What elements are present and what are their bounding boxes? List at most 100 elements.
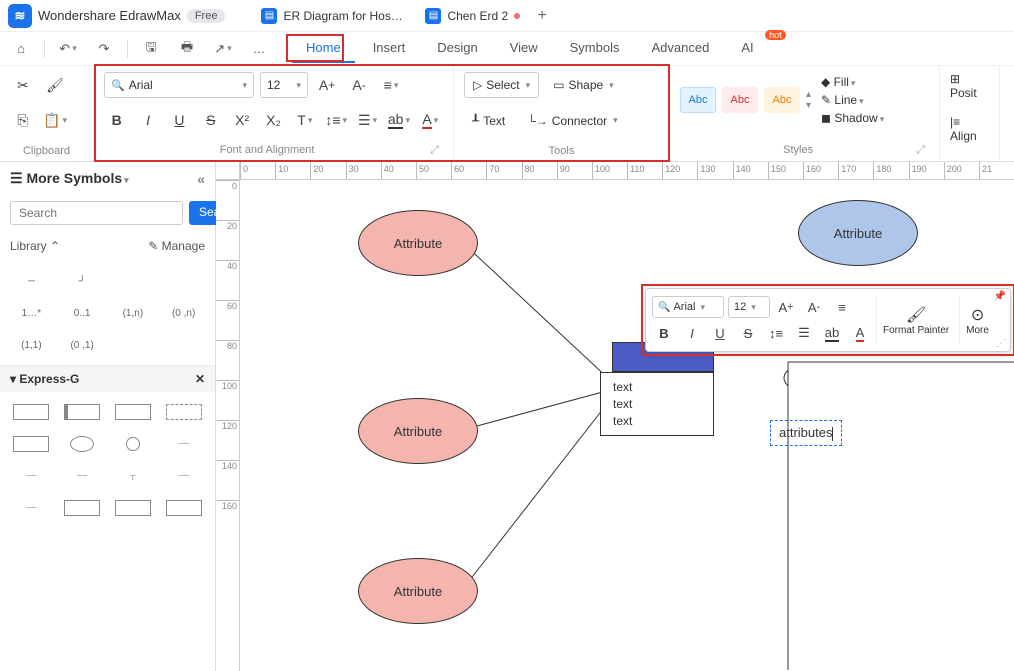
italic-icon[interactable]: I — [135, 107, 160, 133]
print-icon[interactable]: 🖶 — [174, 36, 200, 62]
strikethrough-icon[interactable]: S — [198, 107, 223, 133]
manage-button[interactable]: ✎ Manage — [148, 239, 205, 253]
shape-item[interactable]: ── — [10, 464, 53, 488]
shape-item[interactable]: ── — [162, 432, 205, 456]
attribute-ellipse[interactable]: Attribute — [358, 210, 478, 276]
cut-icon[interactable]: ✂ — [10, 72, 36, 98]
paste-icon[interactable]: 📋▾ — [42, 108, 68, 134]
shape-item[interactable] — [61, 400, 104, 424]
increase-font-icon[interactable]: A+ — [774, 295, 798, 319]
highlight-icon[interactable]: ab — [820, 321, 844, 345]
font-family-select[interactable]: 🔍Arial▾ — [104, 72, 254, 98]
more-button[interactable]: ⊙ More — [959, 296, 995, 344]
new-tab-button[interactable]: + — [534, 8, 550, 24]
decrease-font-icon[interactable]: A- — [802, 295, 826, 319]
align-icon[interactable]: ≡ — [830, 295, 854, 319]
font-color-icon[interactable]: A▾ — [418, 107, 443, 133]
select-button[interactable]: ▷ Select▾ — [464, 72, 539, 98]
cardinality-item[interactable]: (1,1) — [10, 333, 53, 357]
underline-icon[interactable]: U — [167, 107, 192, 133]
shape-item[interactable]: ── — [10, 496, 53, 520]
shape-item[interactable] — [112, 432, 155, 456]
save-icon[interactable]: 🖫 — [138, 36, 164, 62]
cardinality-item[interactable]: 0..1 — [61, 301, 104, 325]
format-painter-button[interactable]: 🖌 Format Painter — [876, 296, 955, 344]
collapse-icon[interactable]: « — [197, 171, 205, 187]
attribute-ellipse[interactable]: Attribute — [358, 558, 478, 624]
cardinality-item[interactable]: ─ — [10, 269, 53, 293]
increase-font-icon[interactable]: A+ — [314, 72, 340, 98]
shape-item[interactable]: ── — [162, 464, 205, 488]
bold-icon[interactable]: B — [652, 321, 676, 345]
shape-item[interactable]: ── — [61, 464, 104, 488]
tab-advanced[interactable]: Advanced — [637, 34, 723, 63]
superscript-icon[interactable]: X² — [229, 107, 254, 133]
float-font-select[interactable]: 🔍Arial▾ — [652, 296, 724, 318]
underline-icon[interactable]: U — [708, 321, 732, 345]
style-swatch[interactable]: Abc — [764, 87, 800, 113]
scroll-up-icon[interactable]: ▴ — [806, 89, 811, 100]
pin-icon[interactable]: 📌 — [994, 291, 1006, 302]
cardinality-item[interactable] — [112, 269, 155, 293]
close-icon[interactable]: ✕ — [195, 372, 205, 386]
tab-symbols[interactable]: Symbols — [556, 34, 634, 63]
shape-item[interactable]: ┬ — [112, 464, 155, 488]
copy-icon[interactable]: ⎘ — [10, 108, 36, 134]
scroll-down-icon[interactable]: ▾ — [806, 100, 811, 111]
shape-item[interactable] — [112, 400, 155, 424]
highlight-icon[interactable]: ab▾ — [386, 107, 411, 133]
decrease-font-icon[interactable]: A- — [346, 72, 372, 98]
font-color-icon[interactable]: A — [848, 321, 872, 345]
cardinality-item[interactable]: (0 ,n) — [162, 301, 205, 325]
chevron-down-icon[interactable]: ▾ — [124, 175, 129, 185]
document-tab[interactable]: ▤ ER Diagram for Hosp... — [253, 4, 411, 28]
line-spacing-icon[interactable]: ↕≡ — [764, 321, 788, 345]
text-case-icon[interactable]: T▾ — [292, 107, 317, 133]
italic-icon[interactable]: I — [680, 321, 704, 345]
style-swatch[interactable]: Abc — [722, 87, 758, 113]
attribute-ellipse[interactable]: Attribute — [798, 200, 918, 266]
shadow-button[interactable]: ◼ Shadow▾ — [821, 111, 884, 125]
shape-item[interactable] — [10, 432, 53, 456]
tab-view[interactable]: View — [496, 34, 552, 63]
cardinality-item[interactable]: (1,n) — [112, 301, 155, 325]
home-icon[interactable]: ⌂ — [8, 36, 34, 62]
text-box[interactable]: text text text — [600, 372, 714, 436]
more-icon[interactable]: … — [246, 36, 272, 62]
cardinality-item[interactable]: ┘ — [61, 269, 104, 293]
section-header[interactable]: ▾ Express-G ✕ — [0, 365, 215, 392]
bullet-list-icon[interactable]: ☰ — [792, 321, 816, 345]
line-button[interactable]: ✎ Line▾ — [821, 93, 884, 107]
tab-design[interactable]: Design — [423, 34, 491, 63]
fill-button[interactable]: ◆ Fill▾ — [821, 75, 884, 89]
text-button[interactable]: ┸ Text — [464, 108, 513, 134]
strikethrough-icon[interactable]: S — [736, 321, 760, 345]
shape-button[interactable]: ▭ Shape▾ — [545, 72, 622, 98]
float-size-select[interactable]: 12▾ — [728, 296, 770, 318]
align-dropdown-icon[interactable]: ≡▾ — [378, 72, 404, 98]
resize-handle-icon[interactable]: ⋰ — [996, 338, 1006, 349]
subscript-icon[interactable]: X₂ — [261, 107, 286, 133]
undo-icon[interactable]: ↶▾ — [55, 36, 81, 62]
export-icon[interactable]: ↗▾ — [210, 36, 236, 62]
align-button[interactable]: |≡ Align — [950, 115, 989, 143]
tab-ai[interactable]: AIhot — [727, 34, 767, 63]
format-painter-icon[interactable]: 🖌 — [42, 72, 68, 98]
line-spacing-icon[interactable]: ↕≡▾ — [324, 107, 349, 133]
shape-item[interactable] — [10, 400, 53, 424]
shape-item[interactable] — [162, 400, 205, 424]
shape-item[interactable] — [112, 496, 155, 520]
tab-insert[interactable]: Insert — [359, 34, 420, 63]
list-icon[interactable]: ☰▾ — [355, 107, 380, 133]
symbol-search-input[interactable] — [10, 201, 183, 225]
editing-text-box[interactable]: attributes — [770, 420, 842, 446]
tab-home[interactable]: Home — [292, 34, 355, 63]
shape-item[interactable] — [61, 496, 104, 520]
shape-item[interactable] — [61, 432, 104, 456]
canvas[interactable]: Attribute Attribute Attribute Attribute … — [240, 180, 1014, 671]
attribute-ellipse[interactable]: Attribute — [358, 398, 478, 464]
library-label[interactable]: Library ⌃ — [10, 239, 60, 253]
connector-button[interactable]: └→ Connector▾ — [519, 108, 625, 134]
shape-item[interactable] — [162, 496, 205, 520]
redo-icon[interactable]: ↷ — [91, 36, 117, 62]
